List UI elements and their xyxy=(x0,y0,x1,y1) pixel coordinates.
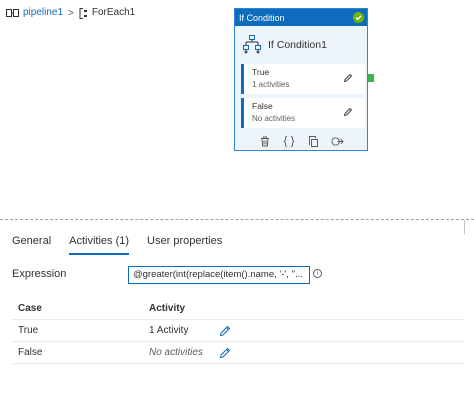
edit-pencil-icon[interactable] xyxy=(219,325,239,337)
activity-column-header: Activity xyxy=(149,303,186,314)
tab-user-properties[interactable]: User properties xyxy=(147,234,222,256)
info-icon[interactable]: i xyxy=(313,269,322,278)
edit-pencil-icon[interactable] xyxy=(343,72,353,86)
edit-pencil-icon[interactable] xyxy=(219,347,239,359)
table-row: True 1 Activity xyxy=(12,320,464,342)
card-title: If Condition1 xyxy=(268,39,327,51)
card-actions xyxy=(235,133,367,149)
panel-edge-divider xyxy=(464,220,465,234)
activity-cell: No activities xyxy=(149,347,203,358)
branch-true[interactable]: True 1 activities xyxy=(241,64,365,94)
branch-false[interactable]: False No activities xyxy=(241,98,365,128)
add-output-icon[interactable] xyxy=(330,135,344,148)
case-cell: True xyxy=(18,325,39,336)
foreach-icon xyxy=(79,7,87,19)
breadcrumb-pipeline-label[interactable]: pipeline1 xyxy=(23,6,63,20)
cases-table: Case Activity True 1 Activity False No a… xyxy=(12,298,464,364)
activity-cell: 1 Activity xyxy=(149,325,189,336)
table-row: False No activities xyxy=(12,342,464,364)
pipeline-icon xyxy=(6,9,19,17)
panel-splitter[interactable] xyxy=(0,219,474,220)
case-cell: False xyxy=(18,347,43,358)
breadcrumb-foreach[interactable]: ForEach1 xyxy=(79,6,135,20)
card-header-label: If Condition xyxy=(239,12,285,23)
expression-input[interactable]: @greater(int(replace(item().name, '-', '… xyxy=(128,266,310,284)
card-title-row: If Condition1 xyxy=(235,26,367,64)
properties-tabs: General Activities (1) User properties xyxy=(12,234,222,256)
breadcrumb-foreach-label: ForEach1 xyxy=(91,7,136,18)
edit-pencil-icon[interactable] xyxy=(343,106,353,120)
tab-general[interactable]: General xyxy=(12,234,51,256)
copy-icon[interactable] xyxy=(307,135,320,148)
breadcrumb-separator: > xyxy=(68,7,74,19)
breadcrumb-pipeline[interactable]: pipeline1 xyxy=(6,6,63,20)
success-output-connector[interactable] xyxy=(368,74,374,82)
success-check-icon xyxy=(353,12,364,23)
code-icon[interactable] xyxy=(283,135,296,148)
breadcrumb: pipeline1 > ForEach1 xyxy=(6,5,135,21)
delete-icon[interactable] xyxy=(259,135,272,148)
if-condition-activity-card[interactable]: If Condition If Condition1 True 1 activi… xyxy=(234,8,368,151)
case-column-header: Case xyxy=(18,303,42,314)
if-condition-icon xyxy=(243,35,261,54)
tab-activities[interactable]: Activities (1) xyxy=(69,234,129,256)
card-header: If Condition xyxy=(235,9,367,26)
table-header-row: Case Activity xyxy=(12,298,464,320)
expression-label: Expression xyxy=(12,268,67,280)
